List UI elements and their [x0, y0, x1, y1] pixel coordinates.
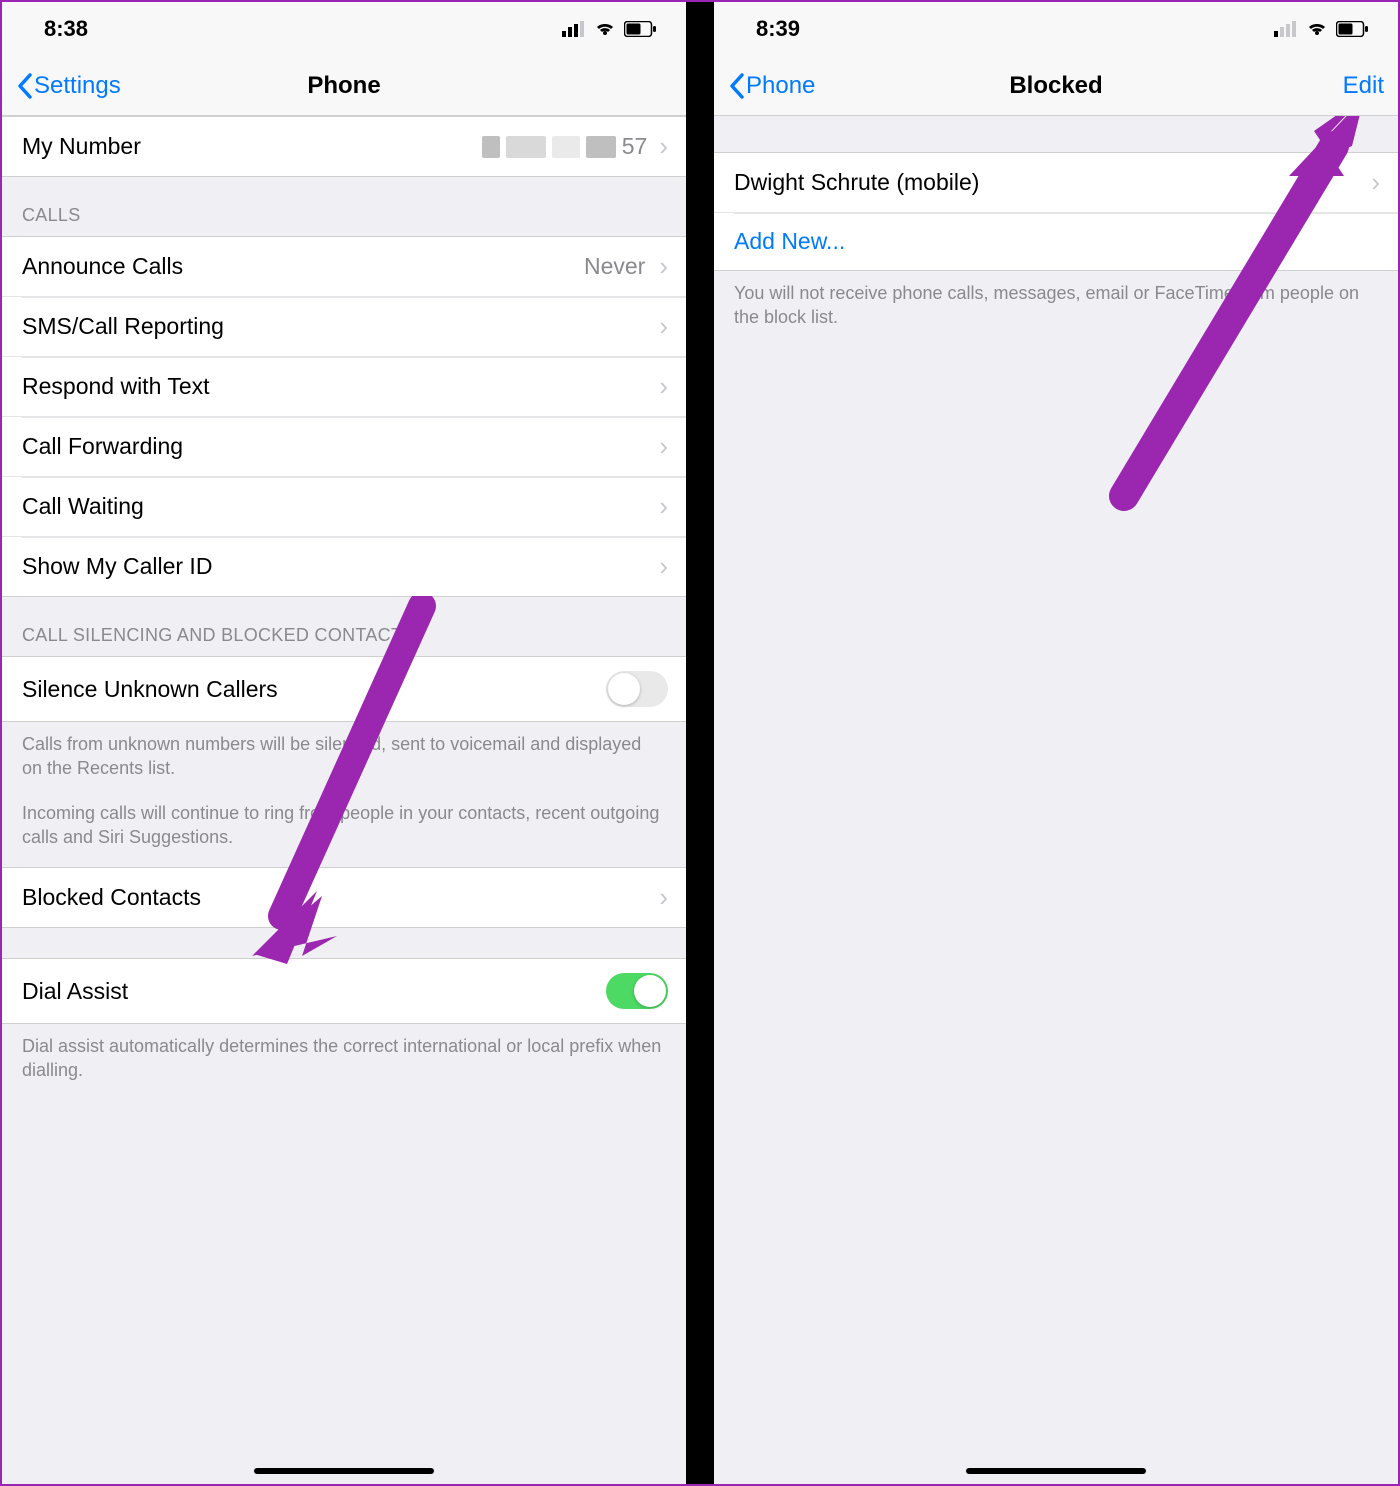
status-time: 8:38	[44, 16, 88, 42]
my-number-label: My Number	[22, 133, 141, 160]
back-label: Settings	[34, 72, 121, 100]
cellular-icon	[562, 21, 586, 37]
content: Dwight Schrute (mobile) › Add New... You…	[714, 116, 1398, 1484]
wifi-icon	[1306, 21, 1328, 37]
my-number-suffix: 57	[622, 133, 648, 160]
blocked-screen: 8:39 Phone Blocked Edit Dwight Schrute (…	[714, 2, 1398, 1484]
silence-footer-2: Incoming calls will continue to ring fro…	[2, 787, 686, 868]
section-header-calls: CALLS	[2, 177, 686, 236]
status-bar: 8:38	[2, 2, 686, 56]
row-my-number[interactable]: My Number 57 ›	[2, 117, 686, 176]
row-announce-calls[interactable]: Announce Calls Never ›	[2, 237, 686, 296]
row-sms-call-reporting[interactable]: SMS/Call Reporting ›	[2, 296, 686, 356]
chevron-right-icon: ›	[659, 491, 668, 522]
row-call-forwarding[interactable]: Call Forwarding ›	[2, 416, 686, 476]
row-dial-assist[interactable]: Dial Assist	[2, 959, 686, 1023]
row-add-new[interactable]: Add New...	[714, 212, 1398, 270]
my-number-value-redacted: 57	[482, 133, 654, 160]
back-button[interactable]: Settings	[16, 72, 121, 100]
toggle-dial-assist[interactable]	[606, 973, 668, 1009]
nav-title: Blocked	[714, 72, 1398, 100]
chevron-left-icon	[16, 73, 32, 99]
status-icons	[1274, 21, 1368, 37]
blocked-footer: You will not receive phone calls, messag…	[714, 271, 1398, 336]
chevron-right-icon: ›	[659, 431, 668, 462]
status-bar: 8:39	[714, 2, 1398, 56]
row-blocked-contacts[interactable]: Blocked Contacts ›	[2, 868, 686, 927]
nav-bar: Phone Blocked Edit	[714, 56, 1398, 116]
back-button[interactable]: Phone	[728, 72, 815, 100]
home-indicator	[254, 1468, 434, 1474]
row-show-caller-id[interactable]: Show My Caller ID ›	[2, 536, 686, 596]
chevron-right-icon: ›	[659, 311, 668, 342]
battery-icon	[624, 21, 656, 37]
phone-settings-screen: 8:38 Settings Phone My Number	[2, 2, 686, 1484]
row-silence-unknown[interactable]: Silence Unknown Callers	[2, 657, 686, 721]
nav-bar: Settings Phone	[2, 56, 686, 116]
home-indicator	[966, 1468, 1146, 1474]
row-respond-with-text[interactable]: Respond with Text ›	[2, 356, 686, 416]
chevron-right-icon: ›	[1371, 167, 1380, 198]
chevron-right-icon: ›	[659, 371, 668, 402]
chevron-right-icon: ›	[659, 251, 668, 282]
status-icons	[562, 21, 656, 37]
dial-assist-footer: Dial assist automatically determines the…	[2, 1024, 686, 1089]
silence-footer-1: Calls from unknown numbers will be silen…	[2, 722, 686, 787]
back-label: Phone	[746, 72, 815, 100]
cellular-icon	[1274, 21, 1298, 37]
toggle-silence-unknown[interactable]	[606, 671, 668, 707]
content: My Number 57 › CALLS Announce Calls Ne	[2, 116, 686, 1484]
chevron-right-icon: ›	[659, 551, 668, 582]
blocked-contact-row[interactable]: Dwight Schrute (mobile) ›	[714, 153, 1398, 212]
row-call-waiting[interactable]: Call Waiting ›	[2, 476, 686, 536]
status-time: 8:39	[756, 16, 800, 42]
wifi-icon	[594, 21, 616, 37]
chevron-left-icon	[728, 73, 744, 99]
battery-icon	[1336, 21, 1368, 37]
edit-button[interactable]: Edit	[1343, 72, 1384, 100]
chevron-right-icon: ›	[659, 131, 668, 162]
section-header-silencing: CALL SILENCING AND BLOCKED CONTACTS	[2, 597, 686, 656]
chevron-right-icon: ›	[659, 882, 668, 913]
